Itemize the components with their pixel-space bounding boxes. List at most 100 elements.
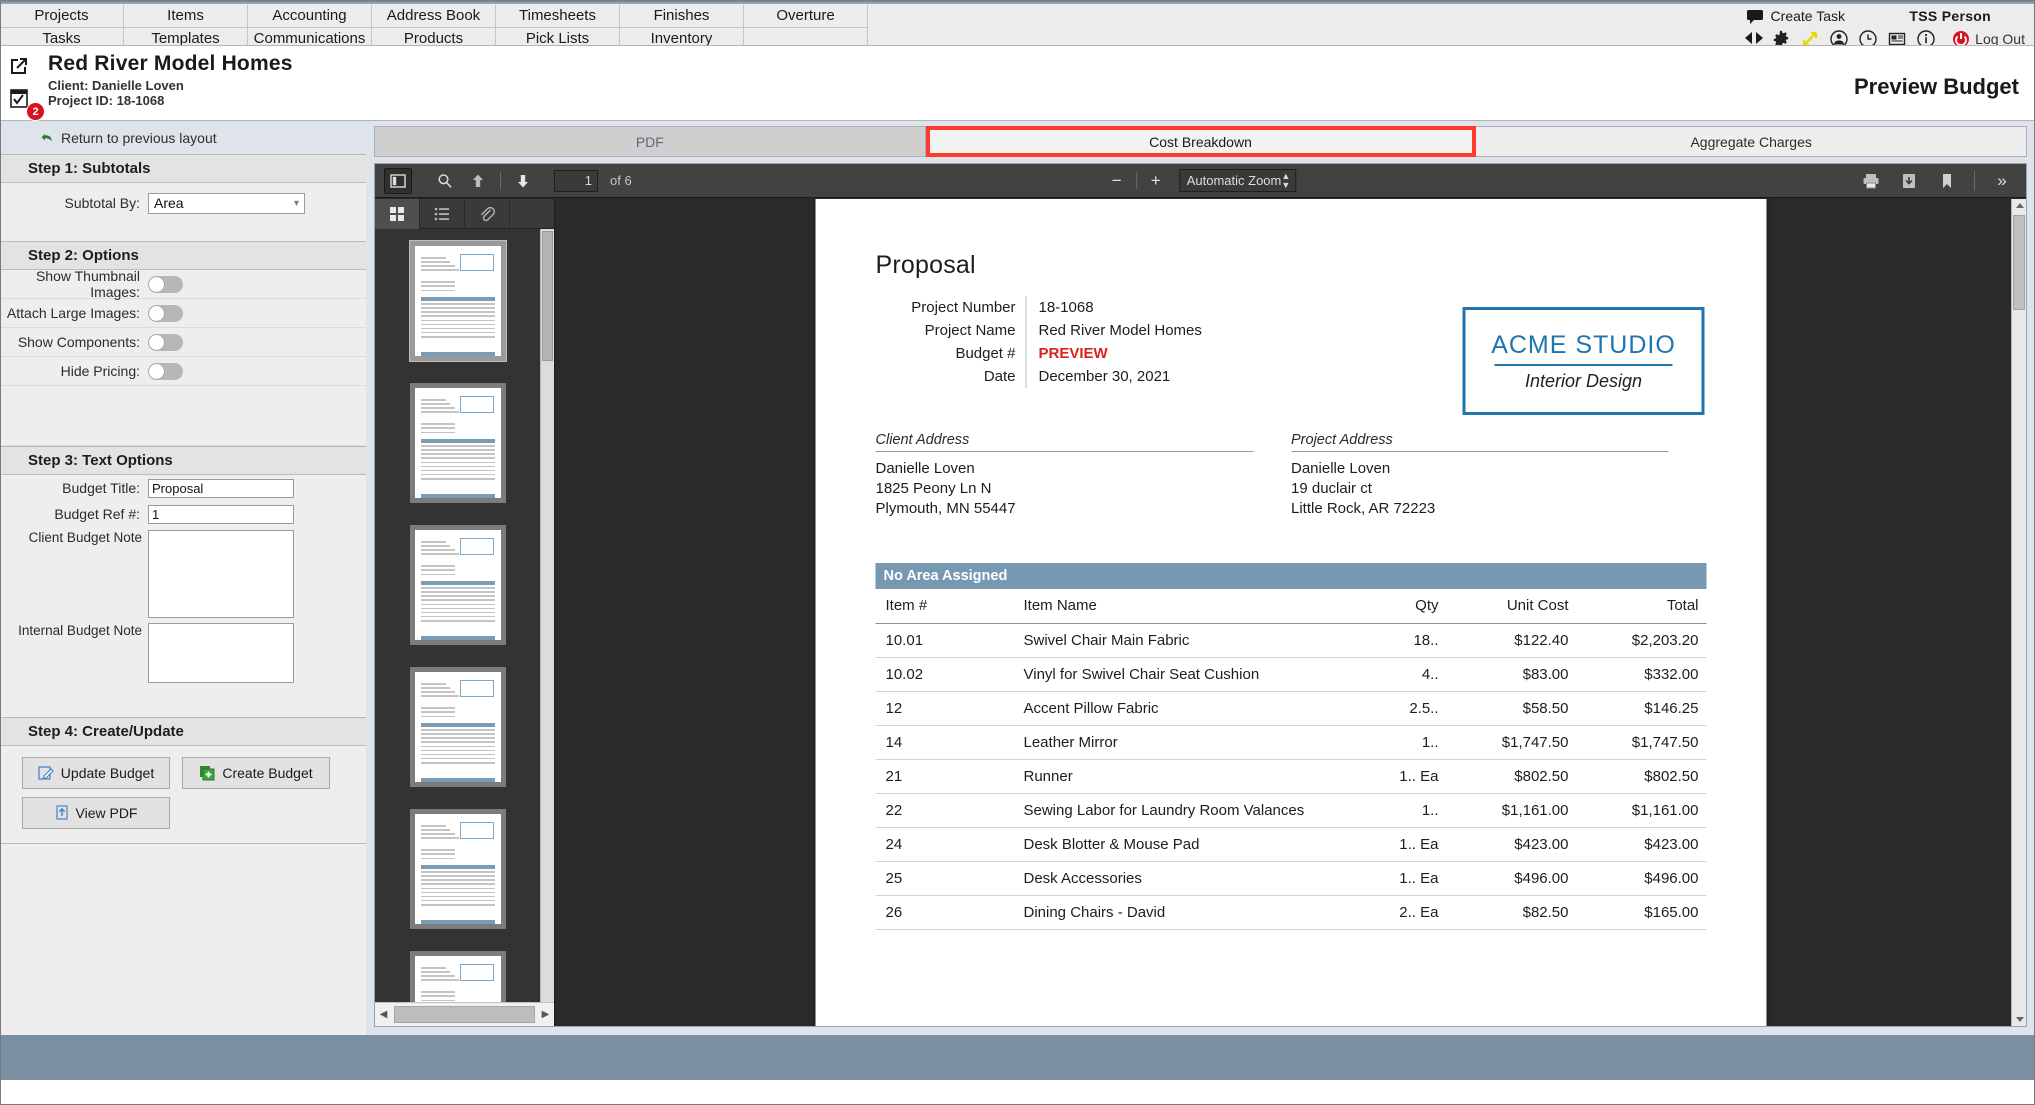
more-tools-button[interactable]: » [1988, 168, 2016, 194]
cell-qty: 4.. [1336, 657, 1447, 692]
thumbnail-preview [414, 530, 501, 640]
thumbnail-page[interactable] [409, 241, 506, 361]
client-budget-note-textarea[interactable] [148, 530, 294, 618]
page-scrollbar[interactable] [2011, 199, 2026, 1026]
create-budget-label: Create Budget [222, 765, 313, 781]
thumbnail-scrollbar[interactable] [540, 229, 554, 1002]
up-arrow-icon[interactable] [464, 168, 492, 194]
step2-title: Step 2: Options [0, 242, 366, 270]
down-arrow-icon[interactable] [509, 168, 537, 194]
bookmark-icon[interactable] [1933, 168, 1961, 194]
create-task-button[interactable]: Create Task [1746, 7, 1845, 25]
checklist-icon[interactable] [9, 87, 28, 108]
cell-unit: $58.50 [1446, 691, 1577, 726]
open-external-icon[interactable] [9, 56, 27, 74]
option-row: Hide Pricing: [0, 357, 366, 386]
client-note-row: Client Budget Note [0, 527, 366, 618]
attachments-icon[interactable] [465, 199, 510, 229]
zoom-out-button[interactable]: − [1105, 169, 1129, 193]
area-group-header: No Area Assigned [875, 563, 1707, 589]
hscroll-thumb[interactable] [394, 1006, 535, 1023]
budget-title-input[interactable]: Proposal [148, 478, 294, 498]
return-arrow-icon [40, 131, 54, 145]
pdf-page: Proposal Project Number 18-1068 Project Na… [815, 199, 1767, 1026]
outline-icon[interactable] [420, 199, 465, 229]
address-line: Danielle Loven [875, 460, 975, 477]
thumbnail-page[interactable] [409, 525, 506, 645]
option-toggle[interactable] [148, 333, 183, 351]
download-icon[interactable] [1895, 168, 1923, 194]
table-body: 10.01 Swivel Chair Main Fabric 18.. $122.40… [875, 623, 1707, 930]
sidebar-toggle-icon[interactable] [384, 167, 412, 194]
option-toggle[interactable] [148, 304, 183, 322]
thumbnail-page[interactable] [409, 809, 506, 929]
cell-qty: 1.. Ea [1336, 827, 1447, 862]
scroll-left-arrow-icon[interactable]: ◀ [375, 1009, 392, 1020]
print-icon[interactable] [1857, 168, 1885, 194]
menu-item-projects[interactable]: Projects [0, 5, 124, 28]
thumbnail-list [375, 229, 540, 1002]
column-header: Total [1576, 589, 1707, 624]
address-line: Danielle Loven [1291, 460, 1391, 477]
toggle-knob [149, 276, 164, 292]
thumbnails-icon[interactable] [375, 199, 420, 229]
return-to-previous-layout-link[interactable]: Return to previous layout [0, 121, 366, 154]
step2-options-list: Show Thumbnail Images: Attach Large Image… [0, 268, 366, 386]
option-label: Attach Large Images: [6, 305, 140, 321]
cell-name: Sewing Labor for Laundry Room Valances [1015, 793, 1337, 828]
step2-panel: Step 2: Options Show Thumbnail Images: At… [0, 242, 366, 447]
project-id: Project ID: 18-1068 [48, 93, 165, 108]
cell-unit: $82.50 [1446, 895, 1577, 930]
zoom-controls: − + Automatic Zoom ▲ ▼ [1105, 169, 1297, 193]
internal-budget-note-textarea[interactable] [148, 623, 294, 683]
menu-item-overture[interactable]: Overture [744, 5, 868, 28]
cell-total: $2,203.20 [1576, 623, 1707, 658]
add-plus-icon [199, 765, 215, 781]
menu-item-finishes[interactable]: Finishes [620, 5, 744, 28]
notification-badge: 2 [26, 102, 45, 121]
scroll-down-arrow-icon[interactable] [2016, 1017, 2024, 1022]
budget-ref-input[interactable]: 1 [148, 504, 294, 524]
thumbnail-page[interactable] [409, 383, 506, 503]
pdf-page-area: Proposal Project Number 18-1068 Project Na… [556, 199, 2026, 1026]
menu-item-timesheets[interactable]: Timesheets [496, 5, 620, 28]
tab-aggregate-charges[interactable]: Aggregate Charges [1476, 126, 2028, 157]
meta-value: December 30, 2021 [1025, 365, 1170, 388]
option-toggle[interactable] [148, 275, 183, 293]
tab-pdf[interactable]: PDF [374, 126, 926, 157]
zoom-in-button[interactable]: + [1144, 169, 1168, 193]
thumbnail-scrollbar-thumb[interactable] [542, 231, 553, 361]
view-pdf-button[interactable]: View PDF [22, 797, 170, 829]
thumbnail-page[interactable] [409, 667, 506, 787]
menu-item-accounting[interactable]: Accounting [248, 5, 372, 28]
option-toggle[interactable] [148, 362, 183, 380]
subtotal-by-select[interactable]: Area ▾ [148, 192, 305, 214]
tab-cost-breakdown[interactable]: Cost Breakdown [925, 126, 1477, 157]
page-number-input[interactable]: 1 [554, 169, 598, 192]
step4-title: Step 4: Create/Update [0, 718, 366, 746]
cell-item: 24 [875, 827, 1016, 862]
speech-bubble-icon [1746, 7, 1764, 25]
menu-item-address-book[interactable]: Address Book [372, 5, 496, 28]
table-row: 10.02 Vinyl for Swivel Chair Seat Cushion… [875, 657, 1707, 692]
cell-unit: $1,161.00 [1446, 793, 1577, 828]
create-task-label: Create Task [1770, 8, 1845, 24]
page-scrollbar-thumb[interactable] [2013, 215, 2025, 310]
thumbnail-hscrollbar[interactable]: ◀ ▶ [375, 1002, 554, 1026]
cell-total: $146.25 [1576, 691, 1707, 726]
meta-value: 18-1068 [1025, 296, 1094, 319]
update-budget-button[interactable]: Update Budget [22, 757, 170, 789]
search-icon[interactable] [431, 168, 459, 194]
zoom-level-select[interactable]: Automatic Zoom ▲ ▼ [1178, 169, 1297, 192]
cell-qty: 1.. Ea [1336, 861, 1447, 896]
scroll-right-arrow-icon[interactable]: ▶ [537, 1009, 554, 1020]
budget-title-label: Budget Title: [62, 480, 140, 496]
cell-item: 26 [875, 895, 1016, 930]
thumbnail-page[interactable] [409, 951, 506, 1002]
user-name-label: TSS Person [1909, 8, 1991, 24]
scroll-up-arrow-icon[interactable] [2016, 203, 2024, 208]
option-row: Show Components: [0, 328, 366, 357]
create-budget-button[interactable]: Create Budget [182, 757, 330, 789]
menu-item-items[interactable]: Items [124, 5, 248, 28]
cell-name: Dining Chairs - David [1015, 895, 1337, 930]
